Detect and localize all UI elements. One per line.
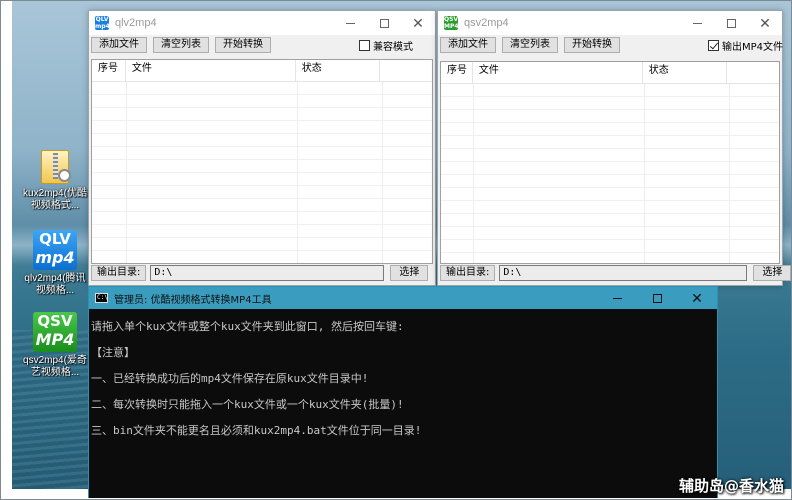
- add-file-button[interactable]: 添加文件: [440, 37, 496, 53]
- logo-text-top: QLV: [39, 230, 71, 248]
- console-line: 三、bin文件夹不能更名且必须和kux2mp4.bat文件位于同一目录!: [91, 424, 422, 437]
- add-file-button[interactable]: 添加文件: [91, 37, 147, 53]
- logo-text-bottom: mp4: [35, 248, 75, 267]
- checkbox-label: 输出MP4文件: [722, 42, 784, 53]
- clear-list-button[interactable]: 清空列表: [153, 37, 209, 53]
- output-dir-row: 输出目录: D:\ 选择: [91, 265, 429, 281]
- minimize-icon: [692, 22, 702, 24]
- minimize-icon: [345, 22, 355, 24]
- column-header-empty: [727, 62, 779, 84]
- browse-button[interactable]: 选择: [753, 265, 792, 281]
- qsv2mp4-window: QSV MP4 qsv2mp4 ✕ 添加文件 清空列表 开始转换 输出MP4文件…: [437, 10, 792, 286]
- desktop-icon-label: qsv2mp4(爱奇艺视频格...: [23, 355, 87, 378]
- start-convert-button[interactable]: 开始转换: [564, 37, 620, 53]
- maximize-button[interactable]: [714, 11, 748, 35]
- maximize-button[interactable]: [367, 11, 401, 35]
- qsv-logo-icon: QSV MP4: [33, 312, 77, 352]
- close-icon: ✕: [759, 14, 771, 31]
- column-header-status[interactable]: 状态: [643, 62, 728, 84]
- minimize-button[interactable]: [680, 11, 714, 35]
- close-icon: ✕: [412, 14, 424, 31]
- column-header-file[interactable]: 文件: [126, 60, 296, 82]
- column-divider: [473, 84, 474, 263]
- column-divider: [297, 82, 298, 263]
- output-dir-label: 输出目录:: [440, 265, 496, 281]
- desktop-icon-qlv2mp4[interactable]: QLV mp4 qlv2mp4(腾讯视频格...: [22, 230, 88, 297]
- maximize-icon: [379, 18, 389, 28]
- list-body[interactable]: [92, 82, 432, 263]
- column-divider: [729, 84, 730, 263]
- console-app-icon: C:\: [95, 293, 108, 303]
- qlv-app-icon: QLV mp4: [95, 16, 109, 30]
- console-line: 请拖入单个kux文件或整个kux文件夹到此窗口, 然后按回车键:: [91, 320, 404, 333]
- console-line: 【注意】: [91, 346, 135, 359]
- desktop-icon-label: kux2mp4(优酷视频格式...: [23, 188, 87, 211]
- maximize-button[interactable]: [637, 287, 677, 309]
- logo-text-top: QSV: [37, 312, 73, 330]
- frame-left-margin: [0, 0, 12, 500]
- maximize-icon: [726, 18, 736, 28]
- column-header-index[interactable]: 序号: [92, 60, 126, 82]
- maximize-icon: [652, 293, 662, 303]
- desktop-icon-label: qlv2mp4(腾讯视频格...: [24, 273, 86, 296]
- close-button[interactable]: ✕: [677, 287, 717, 309]
- window-titlebar[interactable]: QSV MP4 qsv2mp4 ✕: [438, 11, 782, 35]
- start-convert-button[interactable]: 开始转换: [215, 37, 271, 53]
- window-titlebar[interactable]: QLV mp4 qlv2mp4 ✕: [89, 11, 435, 35]
- column-divider: [644, 84, 645, 263]
- toolbar: 添加文件 清空列表 开始转换 兼容模式: [89, 35, 435, 55]
- console-title: 管理员: 优酷视频格式转换MP4工具: [114, 294, 272, 306]
- output-dir-input[interactable]: D:\: [150, 265, 385, 281]
- logo-text-bottom: MP4: [35, 330, 75, 349]
- output-mp4-checkbox[interactable]: 输出MP4文件: [708, 38, 783, 53]
- window-title: qsv2mp4: [464, 17, 509, 29]
- qsv-app-icon: QSV MP4: [444, 16, 458, 30]
- minimize-button[interactable]: [597, 287, 637, 309]
- column-header-index[interactable]: 序号: [441, 62, 473, 84]
- qlv2mp4-window: QLV mp4 qlv2mp4 ✕ 添加文件 清空列表 开始转换 兼容模式 序号…: [88, 10, 436, 286]
- console-output[interactable]: 请拖入单个kux文件或整个kux文件夹到此窗口, 然后按回车键: 【注意】 一、…: [89, 309, 717, 449]
- file-list[interactable]: 序号 文件 状态: [440, 61, 780, 264]
- zip-folder-icon: [41, 150, 71, 184]
- checkbox-box[interactable]: [708, 40, 719, 51]
- minimize-icon: [612, 297, 622, 299]
- list-header: 序号 文件 状态: [92, 60, 432, 82]
- console-line: 二、每次转换时只能拖入一个kux文件或一个kux文件夹(批量)!: [91, 398, 404, 411]
- list-rows: [92, 82, 432, 263]
- console-line: 一、已经转换成功后的mp4文件保存在原kux文件目录中!: [91, 372, 369, 385]
- close-button[interactable]: ✕: [401, 11, 435, 35]
- console-window: C:\ 管理员: 优酷视频格式转换MP4工具 ✕ 请拖入单个kux文件或整个ku…: [88, 286, 718, 498]
- compat-mode-checkbox[interactable]: 兼容模式: [359, 38, 413, 53]
- output-dir-row: 输出目录: D:\ 选择: [440, 265, 792, 281]
- list-body[interactable]: [441, 84, 779, 263]
- output-dir-label: 输出目录:: [91, 265, 147, 281]
- file-list[interactable]: 序号 文件 状态: [91, 59, 433, 264]
- toolbar: 添加文件 清空列表 开始转换 输出MP4文件: [438, 35, 783, 55]
- browse-button[interactable]: 选择: [390, 265, 429, 281]
- column-divider: [126, 82, 127, 263]
- close-button[interactable]: ✕: [748, 11, 782, 35]
- column-header-status[interactable]: 状态: [296, 60, 381, 82]
- list-header: 序号 文件 状态: [441, 62, 779, 84]
- column-divider: [382, 82, 383, 263]
- qlv-logo-icon: QLV mp4: [33, 230, 77, 270]
- checkbox-label: 兼容模式: [373, 42, 413, 53]
- desktop-icon-qsv2mp4[interactable]: QSV MP4 qsv2mp4(爱奇艺视频格...: [22, 312, 88, 379]
- desktop-icon-kux2mp4[interactable]: kux2mp4(优酷视频格式...: [22, 150, 88, 212]
- output-dir-input[interactable]: D:\: [499, 265, 748, 281]
- close-icon: ✕: [691, 289, 703, 306]
- minimize-button[interactable]: [333, 11, 367, 35]
- column-header-file[interactable]: 文件: [473, 62, 643, 84]
- clear-list-button[interactable]: 清空列表: [502, 37, 558, 53]
- column-header-empty: [380, 60, 432, 82]
- console-titlebar[interactable]: C:\ 管理员: 优酷视频格式转换MP4工具 ✕: [89, 287, 717, 309]
- window-title: qlv2mp4: [115, 17, 157, 29]
- checkbox-box[interactable]: [359, 40, 370, 51]
- watermark: 辅助岛@香水猫: [678, 477, 784, 495]
